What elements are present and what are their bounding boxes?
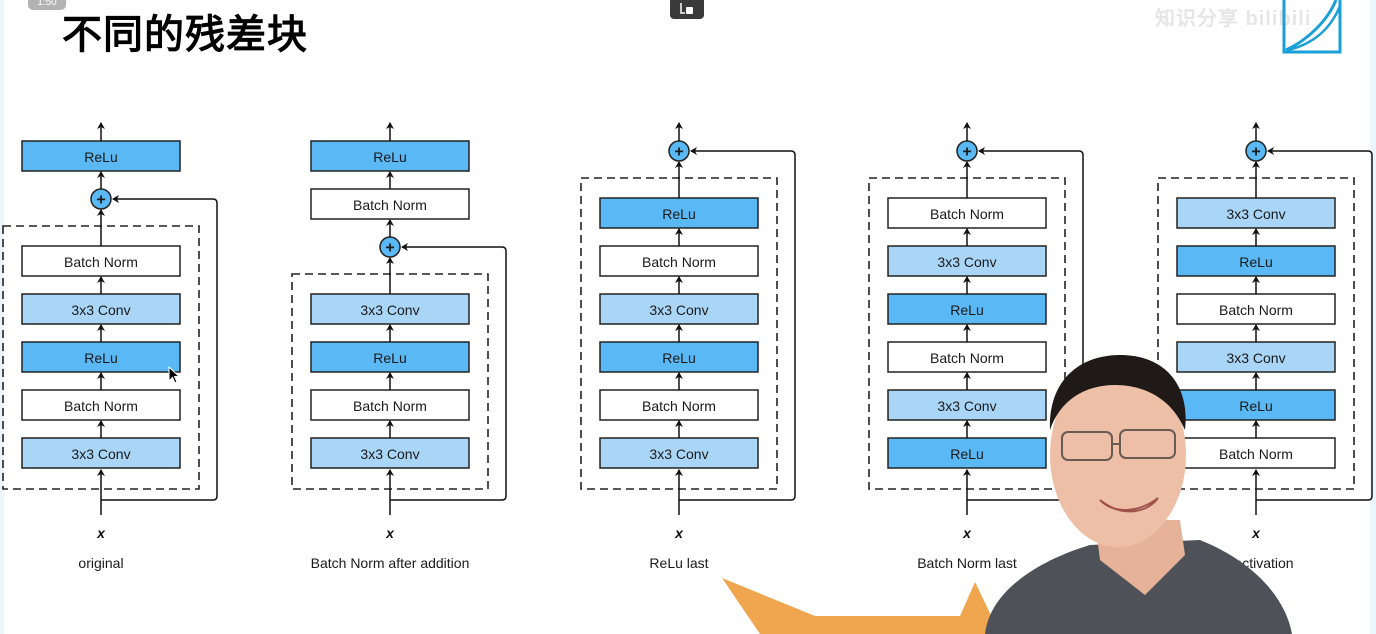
presenter-person	[985, 355, 1292, 634]
orange-arrow-shape	[722, 578, 1000, 634]
presenter-video-overlay	[722, 355, 1292, 634]
mouse-cursor-icon	[168, 366, 181, 384]
